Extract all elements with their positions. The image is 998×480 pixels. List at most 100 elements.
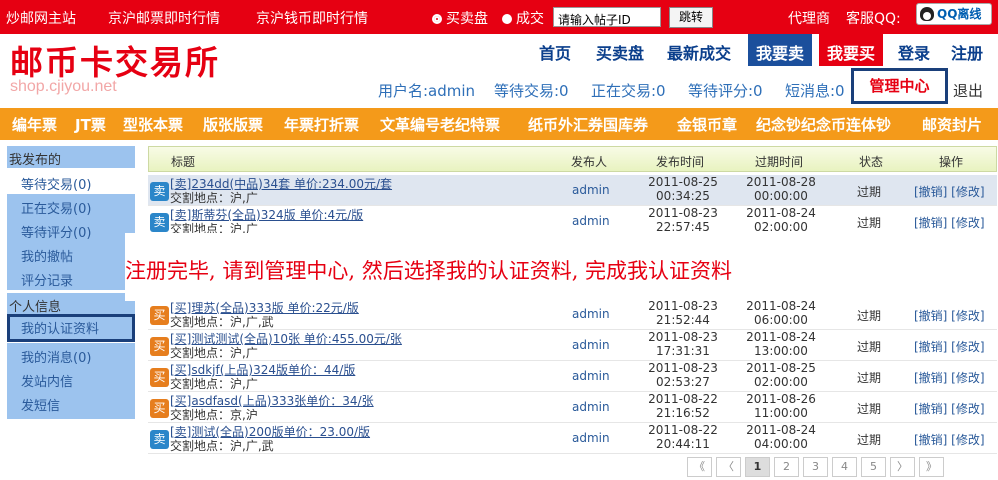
site-logo[interactable]: 邮币卡交易所 bbox=[10, 36, 220, 84]
pending-ratings[interactable]: 等待评分:0 bbox=[688, 80, 763, 101]
row-actions[interactable]: [撤销] [修改] bbox=[914, 400, 985, 417]
delivery-place: 交割地点：沪,广 bbox=[170, 346, 258, 360]
row-actions[interactable]: [撤销] [修改] bbox=[914, 214, 985, 231]
col-status: 状态 bbox=[859, 155, 884, 169]
publisher-link[interactable]: admin bbox=[572, 214, 610, 228]
sidebar-section-posts: 我发布的 bbox=[7, 146, 135, 168]
sidebar: 我发布的 等待交易(0) 正在交易(0) 等待评分(0) 我的撤帖 评分记录 个… bbox=[7, 146, 137, 420]
sidebar-item-send-sms[interactable]: 发短信 bbox=[7, 391, 135, 419]
link-coin-quotes[interactable]: 京沪钱币即时行情 bbox=[256, 8, 368, 28]
publish-time: 2011-08-22 20:44:11 bbox=[648, 423, 718, 451]
publisher-link[interactable]: admin bbox=[572, 183, 610, 197]
page-prev[interactable]: 〈 bbox=[716, 457, 741, 477]
sidebar-item-waiting[interactable]: 等待交易(0) bbox=[7, 170, 135, 194]
col-pub-time: 发布时间 bbox=[656, 155, 705, 169]
publisher-link[interactable]: admin bbox=[572, 400, 610, 414]
nav-sell[interactable]: 我要卖 bbox=[748, 34, 813, 66]
row-actions[interactable]: [撤销] [修改] bbox=[914, 369, 985, 386]
nav-market[interactable]: 买卖盘 bbox=[596, 40, 644, 64]
sidebar-section-personal: 个人信息 bbox=[7, 293, 135, 315]
expire-time: 2011-08-24 02:00:00 bbox=[746, 206, 816, 234]
sidebar-item-certification[interactable]: 我的认证资料 bbox=[7, 314, 135, 342]
row-actions[interactable]: [撤销] [修改] bbox=[914, 307, 985, 324]
sidebar-item-rating[interactable]: 等待评分(0) bbox=[7, 218, 135, 242]
active-trades[interactable]: 正在交易:0 bbox=[591, 80, 666, 101]
nav-home[interactable]: 首页 bbox=[539, 40, 571, 64]
category-item[interactable]: 文革编号老纪特票 bbox=[380, 114, 500, 135]
page-number[interactable]: 2 bbox=[774, 457, 799, 477]
top-bar: 炒邮网主站 京沪邮票即时行情 京沪钱币即时行情 买卖盘 成交 请输入帖子ID 跳… bbox=[0, 0, 998, 34]
table-row: 买 [买]sdkjf(上品)324版单价：44/版 交割地点：沪,广 admin 201… bbox=[148, 361, 997, 392]
sidebar-item-send-mail[interactable]: 发站内信 bbox=[7, 367, 135, 391]
service-label: 客服QQ: bbox=[846, 11, 901, 27]
table-row: 卖 [卖]测试(全品)200版单价：23.00/版 交割地点：沪,广,武 admin 2… bbox=[148, 423, 997, 454]
category-item[interactable]: 金银币章 bbox=[677, 114, 737, 135]
page-number[interactable]: 1 bbox=[745, 457, 770, 477]
publish-time: 2011-08-23 22:57:45 bbox=[648, 206, 718, 234]
category-item[interactable]: 纸币外汇券国库券 bbox=[528, 114, 648, 135]
publish-time: 2011-08-22 21:16:52 bbox=[648, 392, 718, 420]
sidebar-item-rating-history[interactable]: 评分记录 bbox=[7, 266, 135, 290]
page-next[interactable]: 〉 bbox=[890, 457, 915, 477]
nav-register[interactable]: 注册 bbox=[951, 40, 983, 64]
sidebar-item-messages[interactable]: 我的消息(0) bbox=[7, 343, 135, 367]
col-exp-time: 过期时间 bbox=[755, 155, 804, 169]
qq-penguin-icon bbox=[920, 7, 934, 21]
delivery-place: 交割地点：沪,广 bbox=[170, 377, 258, 391]
category-item[interactable]: 版张版票 bbox=[203, 114, 263, 135]
row-actions[interactable]: [撤销] [修改] bbox=[914, 431, 985, 448]
page-number[interactable]: 5 bbox=[861, 457, 886, 477]
jump-button[interactable]: 跳转 bbox=[669, 7, 713, 28]
sidebar-item-active[interactable]: 正在交易(0) bbox=[7, 194, 135, 218]
trade-type-badge: 买 bbox=[150, 337, 169, 356]
expire-time: 2011-08-28 00:00:00 bbox=[746, 175, 816, 203]
nav-login[interactable]: 登录 bbox=[898, 40, 930, 64]
nav-latest-deals[interactable]: 最新成交 bbox=[667, 40, 731, 64]
category-item[interactable]: JT票 bbox=[75, 114, 106, 135]
status-text: 过期 bbox=[857, 216, 882, 230]
expire-time: 2011-08-24 06:00:00 bbox=[746, 299, 816, 327]
link-stamp-quotes[interactable]: 京沪邮票即时行情 bbox=[108, 8, 220, 28]
status-text: 过期 bbox=[857, 371, 882, 385]
row-actions[interactable]: [撤销] [修改] bbox=[914, 338, 985, 355]
category-item[interactable]: 纪念钞纪念币连体钞 bbox=[756, 114, 891, 135]
category-item[interactable]: 邮资封片 bbox=[922, 114, 982, 135]
trade-type-badge: 买 bbox=[150, 399, 169, 418]
trade-type-badge: 卖 bbox=[150, 213, 169, 232]
category-item[interactable]: 型张本票 bbox=[123, 114, 183, 135]
page-number[interactable]: 4 bbox=[832, 457, 857, 477]
publisher-link[interactable]: admin bbox=[572, 338, 610, 352]
instruction-banner: 注册完毕, 请到管理中心, 然后选择我的认证资料, 完成我认证资料 bbox=[125, 233, 998, 301]
short-messages[interactable]: 短消息:0 bbox=[785, 80, 845, 101]
table-row: 买 [买]测试测试(全品)10张 单价:455.00元/张 交割地点：沪,广 admi… bbox=[148, 330, 997, 361]
management-center-link[interactable]: 管理中心 bbox=[851, 68, 948, 104]
waiting-trades[interactable]: 等待交易:0 bbox=[494, 80, 569, 101]
expire-time: 2011-08-25 02:00:00 bbox=[746, 361, 816, 389]
nav-buy[interactable]: 我要买 bbox=[819, 34, 884, 66]
logout-link[interactable]: 退出 bbox=[953, 80, 983, 101]
category-item[interactable]: 年票打折票 bbox=[284, 114, 359, 135]
radio-trade[interactable]: 买卖盘 bbox=[432, 8, 488, 28]
table-header: 标题 发布人 发布时间 过期时间 状态 操作 bbox=[148, 146, 997, 172]
delivery-place: 交割地点：沪,广,武 bbox=[170, 315, 274, 329]
col-publisher: 发布人 bbox=[571, 155, 608, 169]
col-title: 标题 bbox=[171, 155, 196, 169]
publisher-link[interactable]: admin bbox=[572, 431, 610, 445]
row-actions[interactable]: [撤销] [修改] bbox=[914, 183, 985, 200]
page-last[interactable]: 》 bbox=[919, 457, 944, 477]
radio-deal[interactable]: 成交 bbox=[502, 8, 544, 28]
link-agent[interactable]: 代理商 bbox=[788, 8, 830, 28]
category-item[interactable]: 编年票 bbox=[12, 114, 57, 135]
trade-type-badge: 卖 bbox=[150, 430, 169, 449]
publisher-link[interactable]: admin bbox=[572, 307, 610, 321]
publisher-link[interactable]: admin bbox=[572, 369, 610, 383]
post-id-input[interactable]: 请输入帖子ID bbox=[553, 7, 661, 27]
sidebar-item-withdrawn[interactable]: 我的撤帖 bbox=[7, 242, 135, 266]
qq-status-button[interactable]: QQ离线 bbox=[916, 3, 992, 25]
link-main-site[interactable]: 炒邮网主站 bbox=[6, 8, 76, 28]
page-first[interactable]: 《 bbox=[687, 457, 712, 477]
site-url: shop.cjiyou.net bbox=[10, 78, 117, 95]
page-number[interactable]: 3 bbox=[803, 457, 828, 477]
trade-type-badge: 卖 bbox=[150, 182, 169, 201]
category-bar: 编年票 JT票 型张本票 版张版票 年票打折票 文革编号老纪特票 纸币外汇券国库… bbox=[0, 108, 998, 140]
